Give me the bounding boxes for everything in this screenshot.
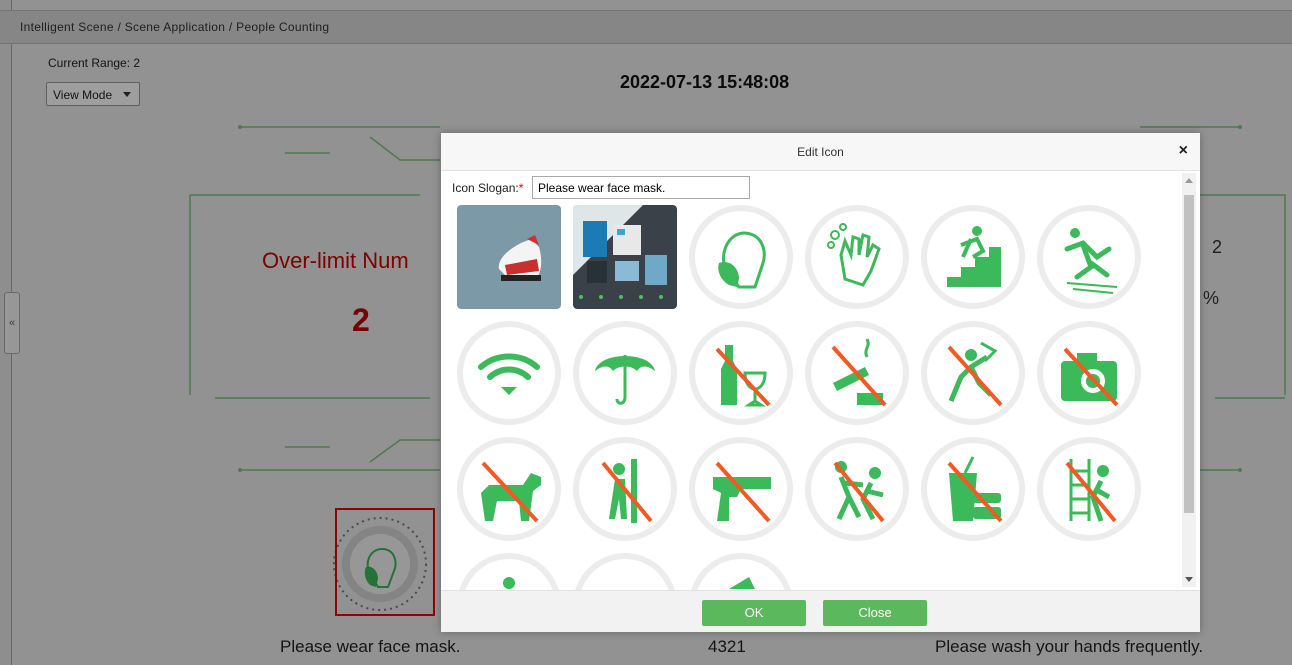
face-mask-icon[interactable] xyxy=(689,205,793,309)
selection-highlight xyxy=(335,508,435,616)
over-limit-label: Over-limit Num xyxy=(262,248,409,273)
count-display: 4321 xyxy=(708,637,746,656)
icon-option-partial-2[interactable] xyxy=(573,553,677,590)
required-marker: * xyxy=(518,181,524,195)
edit-icon-dialog: Edit Icon × Icon Slogan:* Please wear fa… xyxy=(441,133,1200,632)
icon-option-partial-1[interactable] xyxy=(457,553,561,590)
icon-option-building-photo[interactable] xyxy=(573,205,677,309)
no-food-icon[interactable] xyxy=(921,437,1025,541)
stairs-caution-icon[interactable] xyxy=(921,205,1025,309)
right-stat-percent: % xyxy=(1203,288,1220,308)
wifi-icon[interactable] xyxy=(457,321,561,425)
ok-button[interactable]: OK xyxy=(702,600,806,626)
no-photography-icon[interactable] xyxy=(1037,321,1141,425)
slogan-text-left: Please wear face mask. xyxy=(280,637,461,656)
slip-warning-icon[interactable] xyxy=(1037,205,1141,309)
close-icon[interactable]: × xyxy=(1179,142,1188,160)
scrollbar-thumb[interactable] xyxy=(1184,195,1194,513)
scroll-up-icon[interactable] xyxy=(1185,178,1193,183)
icon-grid xyxy=(455,205,1175,590)
no-dogs-icon[interactable] xyxy=(457,437,561,541)
no-ladder-icon[interactable] xyxy=(1037,437,1141,541)
dialog-title: Edit Icon xyxy=(797,145,844,159)
no-leaning-icon[interactable] xyxy=(573,437,677,541)
dialog-footer: OK Close xyxy=(441,590,1200,632)
no-climbing-icon[interactable] xyxy=(921,321,1025,425)
scroll-down-icon[interactable] xyxy=(1185,577,1193,582)
slogan-text-right: Please wash your hands frequently. xyxy=(935,637,1204,656)
no-alcohol-icon[interactable] xyxy=(689,321,793,425)
icon-slogan-input[interactable] xyxy=(532,176,750,199)
icon-grid-scrollbar[interactable] xyxy=(1182,173,1196,587)
umbrella-icon[interactable] xyxy=(573,321,677,425)
over-limit-value: 2 xyxy=(352,302,370,338)
slogan-label-text: Icon Slogan: xyxy=(452,181,519,195)
right-stat-value: 2 xyxy=(1212,237,1223,257)
dialog-header: Edit Icon × xyxy=(441,133,1200,171)
icon-option-sneaker-photo[interactable] xyxy=(457,205,561,309)
close-button[interactable]: Close xyxy=(823,600,927,626)
no-pushing-icon[interactable] xyxy=(805,437,909,541)
icon-slogan-label: Icon Slogan:* xyxy=(452,181,523,195)
hand-wash-icon[interactable] xyxy=(805,205,909,309)
no-smoking-icon[interactable] xyxy=(805,321,909,425)
icon-option-partial-3[interactable] xyxy=(689,553,793,590)
no-guns-icon[interactable] xyxy=(689,437,793,541)
